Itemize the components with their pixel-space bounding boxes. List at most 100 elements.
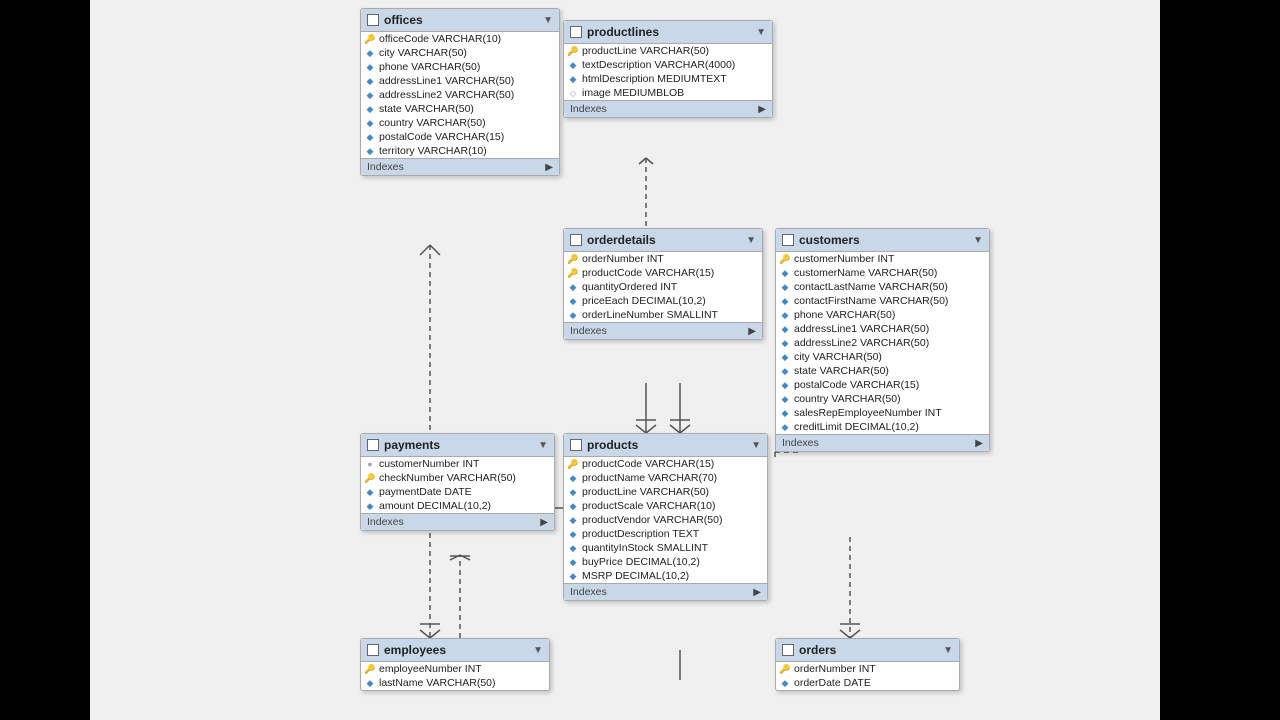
table-row: ◆ lastName VARCHAR(50): [361, 676, 549, 690]
key-icon: 🔑: [780, 664, 790, 674]
table-row: ◆ postalCode VARCHAR(15): [776, 378, 989, 392]
indexes-label: Indexes: [367, 516, 404, 528]
fk-icon: ◇: [568, 88, 578, 98]
fk-icon: ◆: [365, 146, 375, 156]
table-icon: [782, 644, 794, 656]
fk-icon: ◆: [568, 543, 578, 553]
table-row: ◆ orderLineNumber SMALLINT: [564, 308, 762, 322]
table-employees-header: employees ▼: [361, 639, 549, 662]
table-row: ◆ city VARCHAR(50): [776, 350, 989, 364]
table-row: ◆ territory VARCHAR(10): [361, 144, 559, 158]
fk-icon: ◆: [780, 296, 790, 306]
table-payments-header: payments ▼: [361, 434, 554, 457]
fk-icon: ◆: [365, 132, 375, 142]
table-icon: [367, 439, 379, 451]
table-payments-footer[interactable]: Indexes ▶: [361, 513, 554, 530]
table-offices-footer[interactable]: Indexes ▶: [361, 158, 559, 175]
table-products-footer[interactable]: Indexes ▶: [564, 583, 767, 600]
er-diagram-area: offices ▼ 🔑 officeCode VARCHAR(10) ◆ cit…: [90, 0, 1160, 720]
table-row: 🔑 productLine VARCHAR(50): [564, 44, 772, 58]
table-icon: [570, 26, 582, 38]
table-icon: [782, 234, 794, 246]
fk-icon: ◆: [568, 282, 578, 292]
table-customers-header: customers ▼: [776, 229, 989, 252]
fk-icon: ◆: [365, 62, 375, 72]
table-row: ◆ customerName VARCHAR(50): [776, 266, 989, 280]
table-row: ◆ addressLine1 VARCHAR(50): [776, 322, 989, 336]
table-orderdetails-footer[interactable]: Indexes ▶: [564, 322, 762, 339]
table-row: 🔑 employeeNumber INT: [361, 662, 549, 676]
key-icon: 🔑: [780, 254, 790, 264]
table-row: ◆ phone VARCHAR(50): [776, 308, 989, 322]
table-customers: customers ▼ 🔑 customerNumber INT ◆ custo…: [775, 228, 990, 452]
fk-icon: ◆: [780, 366, 790, 376]
table-row: ◆ amount DECIMAL(10,2): [361, 499, 554, 513]
fk-icon: ◆: [568, 296, 578, 306]
arrow-icon: ▶: [748, 326, 756, 337]
chevron-icon: ▼: [538, 440, 548, 451]
fk-icon: ◆: [780, 282, 790, 292]
chevron-icon: ▼: [756, 27, 766, 38]
fk-icon: ◆: [365, 501, 375, 511]
table-row: ◆ contactFirstName VARCHAR(50): [776, 294, 989, 308]
fk-icon: ◆: [780, 268, 790, 278]
fk-icon: ◆: [780, 678, 790, 688]
chevron-icon: ▼: [943, 645, 953, 656]
table-row: ◇ image MEDIUMBLOB: [564, 86, 772, 100]
table-row: ◆ productLine VARCHAR(50): [564, 485, 767, 499]
key-icon: 🔑: [365, 664, 375, 674]
table-row: ◆ postalCode VARCHAR(15): [361, 130, 559, 144]
table-orders-title: orders: [799, 643, 938, 657]
key-icon: 🔑: [568, 459, 578, 469]
indexes-label: Indexes: [570, 325, 607, 337]
fk-icon: ◆: [365, 90, 375, 100]
table-customers-footer[interactable]: Indexes ▶: [776, 434, 989, 451]
indexes-label: Indexes: [782, 437, 819, 449]
fk-icon: ◆: [568, 74, 578, 84]
table-productlines-footer[interactable]: Indexes ▶: [564, 100, 772, 117]
table-productlines: productlines ▼ 🔑 productLine VARCHAR(50)…: [563, 20, 773, 118]
fk-icon: ◆: [780, 338, 790, 348]
black-bar-left: [0, 0, 90, 720]
table-row: 🔑 officeCode VARCHAR(10): [361, 32, 559, 46]
key-icon: 🔑: [365, 34, 375, 44]
key-icon: 🔑: [568, 46, 578, 56]
table-row: ◆ city VARCHAR(50): [361, 46, 559, 60]
table-row: ◆ addressLine2 VARCHAR(50): [361, 88, 559, 102]
chevron-icon: ▼: [533, 645, 543, 656]
canvas: offices ▼ 🔑 officeCode VARCHAR(10) ◆ cit…: [0, 0, 1280, 720]
fk-icon: ◆: [780, 394, 790, 404]
table-orderdetails-title: orderdetails: [587, 233, 741, 247]
table-row: ◆ quantityOrdered INT: [564, 280, 762, 294]
indexes-label: Indexes: [570, 586, 607, 598]
fk-icon: ◆: [568, 473, 578, 483]
table-row: ◆ buyPrice DECIMAL(10,2): [564, 555, 767, 569]
black-bar-right: [1160, 0, 1280, 720]
arrow-icon: ▶: [753, 587, 761, 598]
table-row: ◆ htmlDescription MEDIUMTEXT: [564, 72, 772, 86]
table-row: ◆ productVendor VARCHAR(50): [564, 513, 767, 527]
table-row: ◆ creditLimit DECIMAL(10,2): [776, 420, 989, 434]
table-icon: [367, 644, 379, 656]
arrow-icon: ▶: [540, 517, 548, 528]
fk-icon: ◆: [365, 48, 375, 58]
fk-icon: ◆: [365, 678, 375, 688]
table-customers-title: customers: [799, 233, 968, 247]
arrow-icon: ▶: [545, 162, 553, 173]
fk-icon: ◆: [568, 487, 578, 497]
table-offices-header: offices ▼: [361, 9, 559, 32]
arrow-icon: ▶: [758, 104, 766, 115]
table-products: products ▼ 🔑 productCode VARCHAR(15) ◆ p…: [563, 433, 768, 601]
table-row: 🔑 customerNumber INT: [776, 252, 989, 266]
table-icon: [570, 439, 582, 451]
table-row: ◆ textDescription VARCHAR(4000): [564, 58, 772, 72]
table-row: ◆ addressLine2 VARCHAR(50): [776, 336, 989, 350]
fk-icon: ◆: [568, 557, 578, 567]
table-icon: [367, 14, 379, 26]
fk-icon: ◆: [365, 104, 375, 114]
table-row: ◆ MSRP DECIMAL(10,2): [564, 569, 767, 583]
table-orders: orders ▼ 🔑 orderNumber INT ◆ orderDate D…: [775, 638, 960, 691]
table-row: ◆ phone VARCHAR(50): [361, 60, 559, 74]
table-row: ● customerNumber INT: [361, 457, 554, 471]
indexes-label: Indexes: [367, 161, 404, 173]
